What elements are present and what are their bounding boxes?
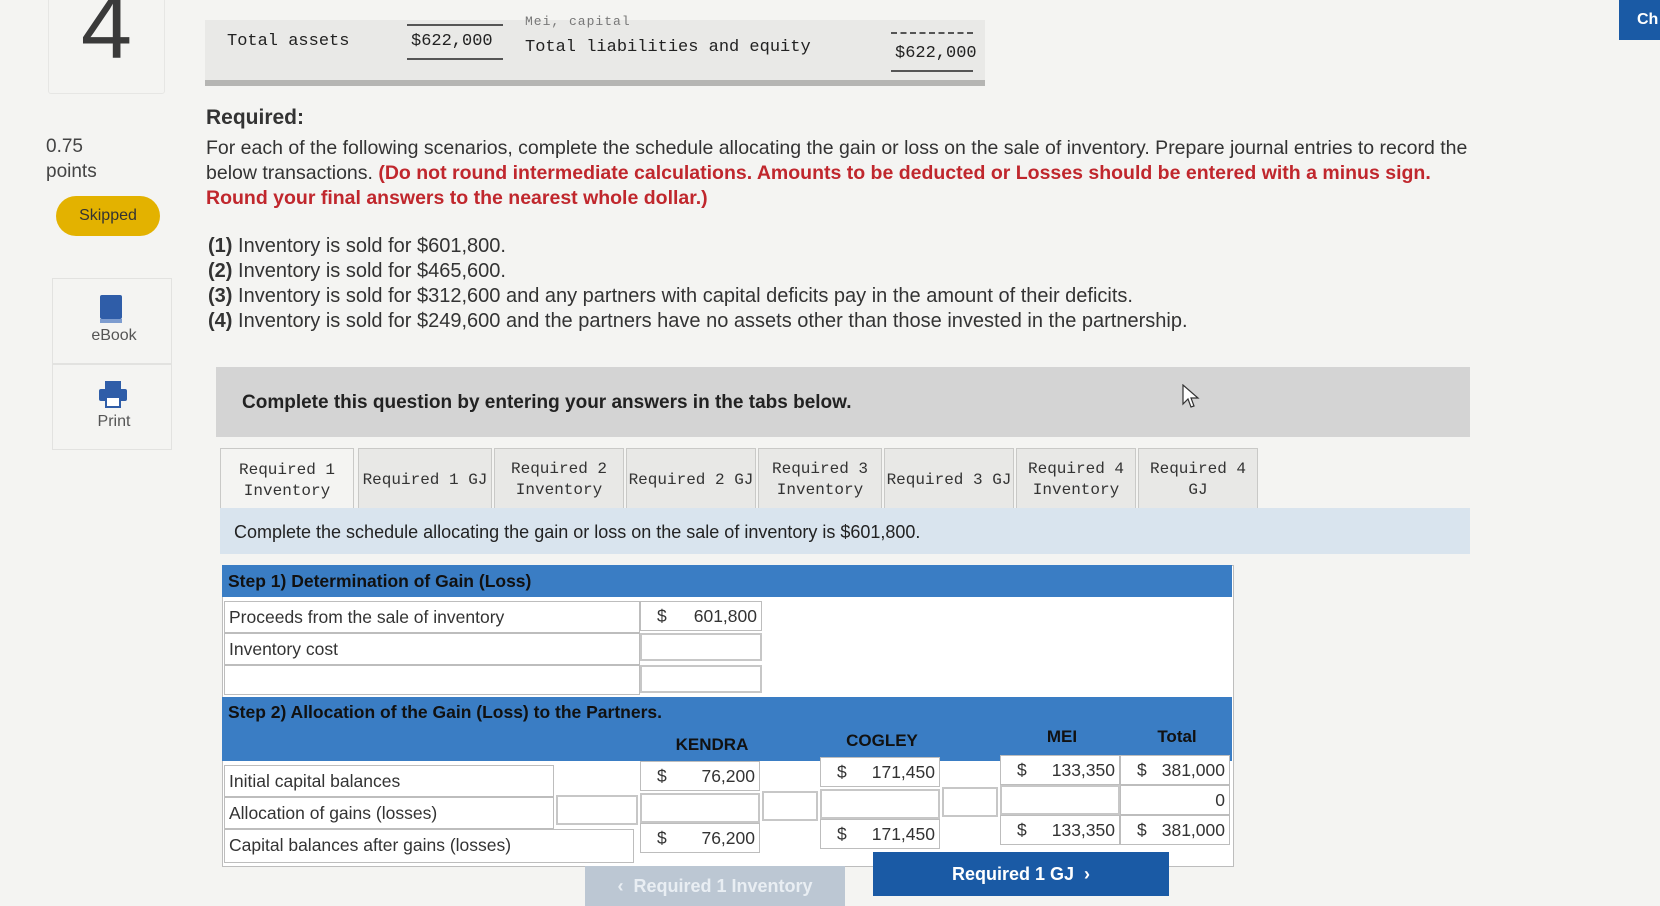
column-cogley: COGLEY <box>846 731 918 750</box>
mei-allocation-input[interactable] <box>1000 785 1120 815</box>
step2-header: Step 2) Allocation of the Gain (Loss) to… <box>222 697 1232 727</box>
ebook-button[interactable]: eBook <box>52 278 172 364</box>
printer-icon <box>99 381 127 408</box>
kendra-allocation-input[interactable] <box>640 793 760 823</box>
tab-required-2-gj[interactable]: Required 2 GJ <box>626 448 756 512</box>
status-badge: Skipped <box>56 196 160 236</box>
required-text: For each of the following scenarios, com… <box>206 136 1476 211</box>
column-mei: MEI <box>1046 727 1078 746</box>
mouse-cursor-icon <box>1182 384 1200 408</box>
total-after: $381,000 <box>1120 815 1230 845</box>
ebook-label: eBook <box>91 327 137 344</box>
schedule-instruction-bar: Complete the schedule allocating the gai… <box>220 508 1470 554</box>
tab-required-1-inventory[interactable]: Required 1 Inventory <box>220 448 354 512</box>
allocation-label: Allocation of gains (losses) <box>224 797 554 829</box>
schedule-instruction: Complete the schedule allocating the gai… <box>234 522 921 542</box>
total-liab-label: Total liabilities and equity <box>525 38 811 57</box>
cogley-after: $171,450 <box>820 819 940 849</box>
cogley-initial: $171,450 <box>820 757 940 787</box>
tab-required-4-gj[interactable]: Required 4 GJ <box>1138 448 1258 512</box>
initial-capital-label: Initial capital balances <box>224 765 554 797</box>
gain-loss-amount-input[interactable] <box>640 665 762 693</box>
required-heading: Required: <box>206 106 305 129</box>
instruction-text: Complete this question by entering your … <box>242 392 852 413</box>
proceeds-value: 601,800 <box>693 606 757 626</box>
proceeds-label: Proceeds from the sale of inventory <box>224 601 640 633</box>
total-initial: $381,000 <box>1120 755 1230 785</box>
next-tab-button[interactable]: Required 1 GJ › <box>873 852 1169 896</box>
question-number: 4 <box>48 0 165 94</box>
prev-tab-button[interactable]: ‹ Required 1 Inventory <box>585 866 845 906</box>
points-label: points <box>46 161 97 182</box>
instruction-bar: Complete this question by entering your … <box>216 367 1470 437</box>
tab-required-3-inventory[interactable]: Required 3 Inventory <box>758 448 882 512</box>
gain-loss-label-input[interactable] <box>224 665 640 695</box>
cogley-ratio-input[interactable] <box>762 791 818 821</box>
tab-required-3-gj[interactable]: Required 3 GJ <box>884 448 1014 512</box>
capital-after-label: Capital balances after gains (losses) <box>224 829 634 863</box>
allocation-ratio-input[interactable] <box>556 795 638 825</box>
cogley-allocation-input[interactable] <box>820 789 940 819</box>
gain-loss-schedule: Step 1) Determination of Gain (Loss) Pro… <box>222 565 1234 867</box>
rounding-note: (Do not round intermediate calculations.… <box>206 162 1431 209</box>
inventory-cost-input[interactable] <box>640 633 762 661</box>
kendra-initial: $76,200 <box>640 761 760 791</box>
column-total: Total <box>1157 727 1197 746</box>
mei-after: $133,350 <box>1000 815 1120 845</box>
scenario-item: (2) Inventory is sold for $465,600. <box>208 260 506 282</box>
tab-required-1-gj[interactable]: Required 1 GJ <box>358 448 492 512</box>
chevron-left-icon: ‹ <box>617 876 634 896</box>
mei-initial: $133,350 <box>1000 755 1120 785</box>
points-info: 0.75 points <box>46 134 97 184</box>
tab-required-4-inventory[interactable]: Required 4 Inventory <box>1016 448 1136 512</box>
tab-required-2-inventory[interactable]: Required 2 Inventory <box>494 448 624 512</box>
scenario-item: (4) Inventory is sold for $249,600 and t… <box>208 310 1188 332</box>
kendra-after: $76,200 <box>640 823 760 853</box>
points-value: 0.75 <box>46 136 83 157</box>
check-my-work-button[interactable]: Ch <box>1619 0 1660 40</box>
scenario-item: (3) Inventory is sold for $312,600 and a… <box>208 285 1133 307</box>
column-kendra: KENDRA <box>675 735 749 754</box>
mei-capital-label: Mei, capital <box>525 14 631 29</box>
inventory-cost-label: Inventory cost <box>224 633 640 665</box>
print-button[interactable]: Print <box>52 364 172 450</box>
total-assets-value: $622,000 <box>411 32 493 51</box>
mei-ratio-input[interactable] <box>942 787 998 817</box>
total-liab-value: $622,000 <box>895 44 977 63</box>
chevron-right-icon: › <box>1074 864 1091 884</box>
scenario-item: (1) Inventory is sold for $601,800. <box>208 235 506 257</box>
total-allocation: 0 <box>1120 785 1230 815</box>
total-assets-label: Total assets <box>227 32 350 51</box>
print-label: Print <box>97 413 131 430</box>
scenario-list: (1) Inventory is sold for $601,800. (2) … <box>208 234 1188 334</box>
step1-header: Step 1) Determination of Gain (Loss) <box>222 565 1232 597</box>
balance-sheet-strip: Total assets $622,000 Mei, capital Total… <box>205 14 985 86</box>
proceeds-value-cell: $601,800 <box>640 601 762 631</box>
